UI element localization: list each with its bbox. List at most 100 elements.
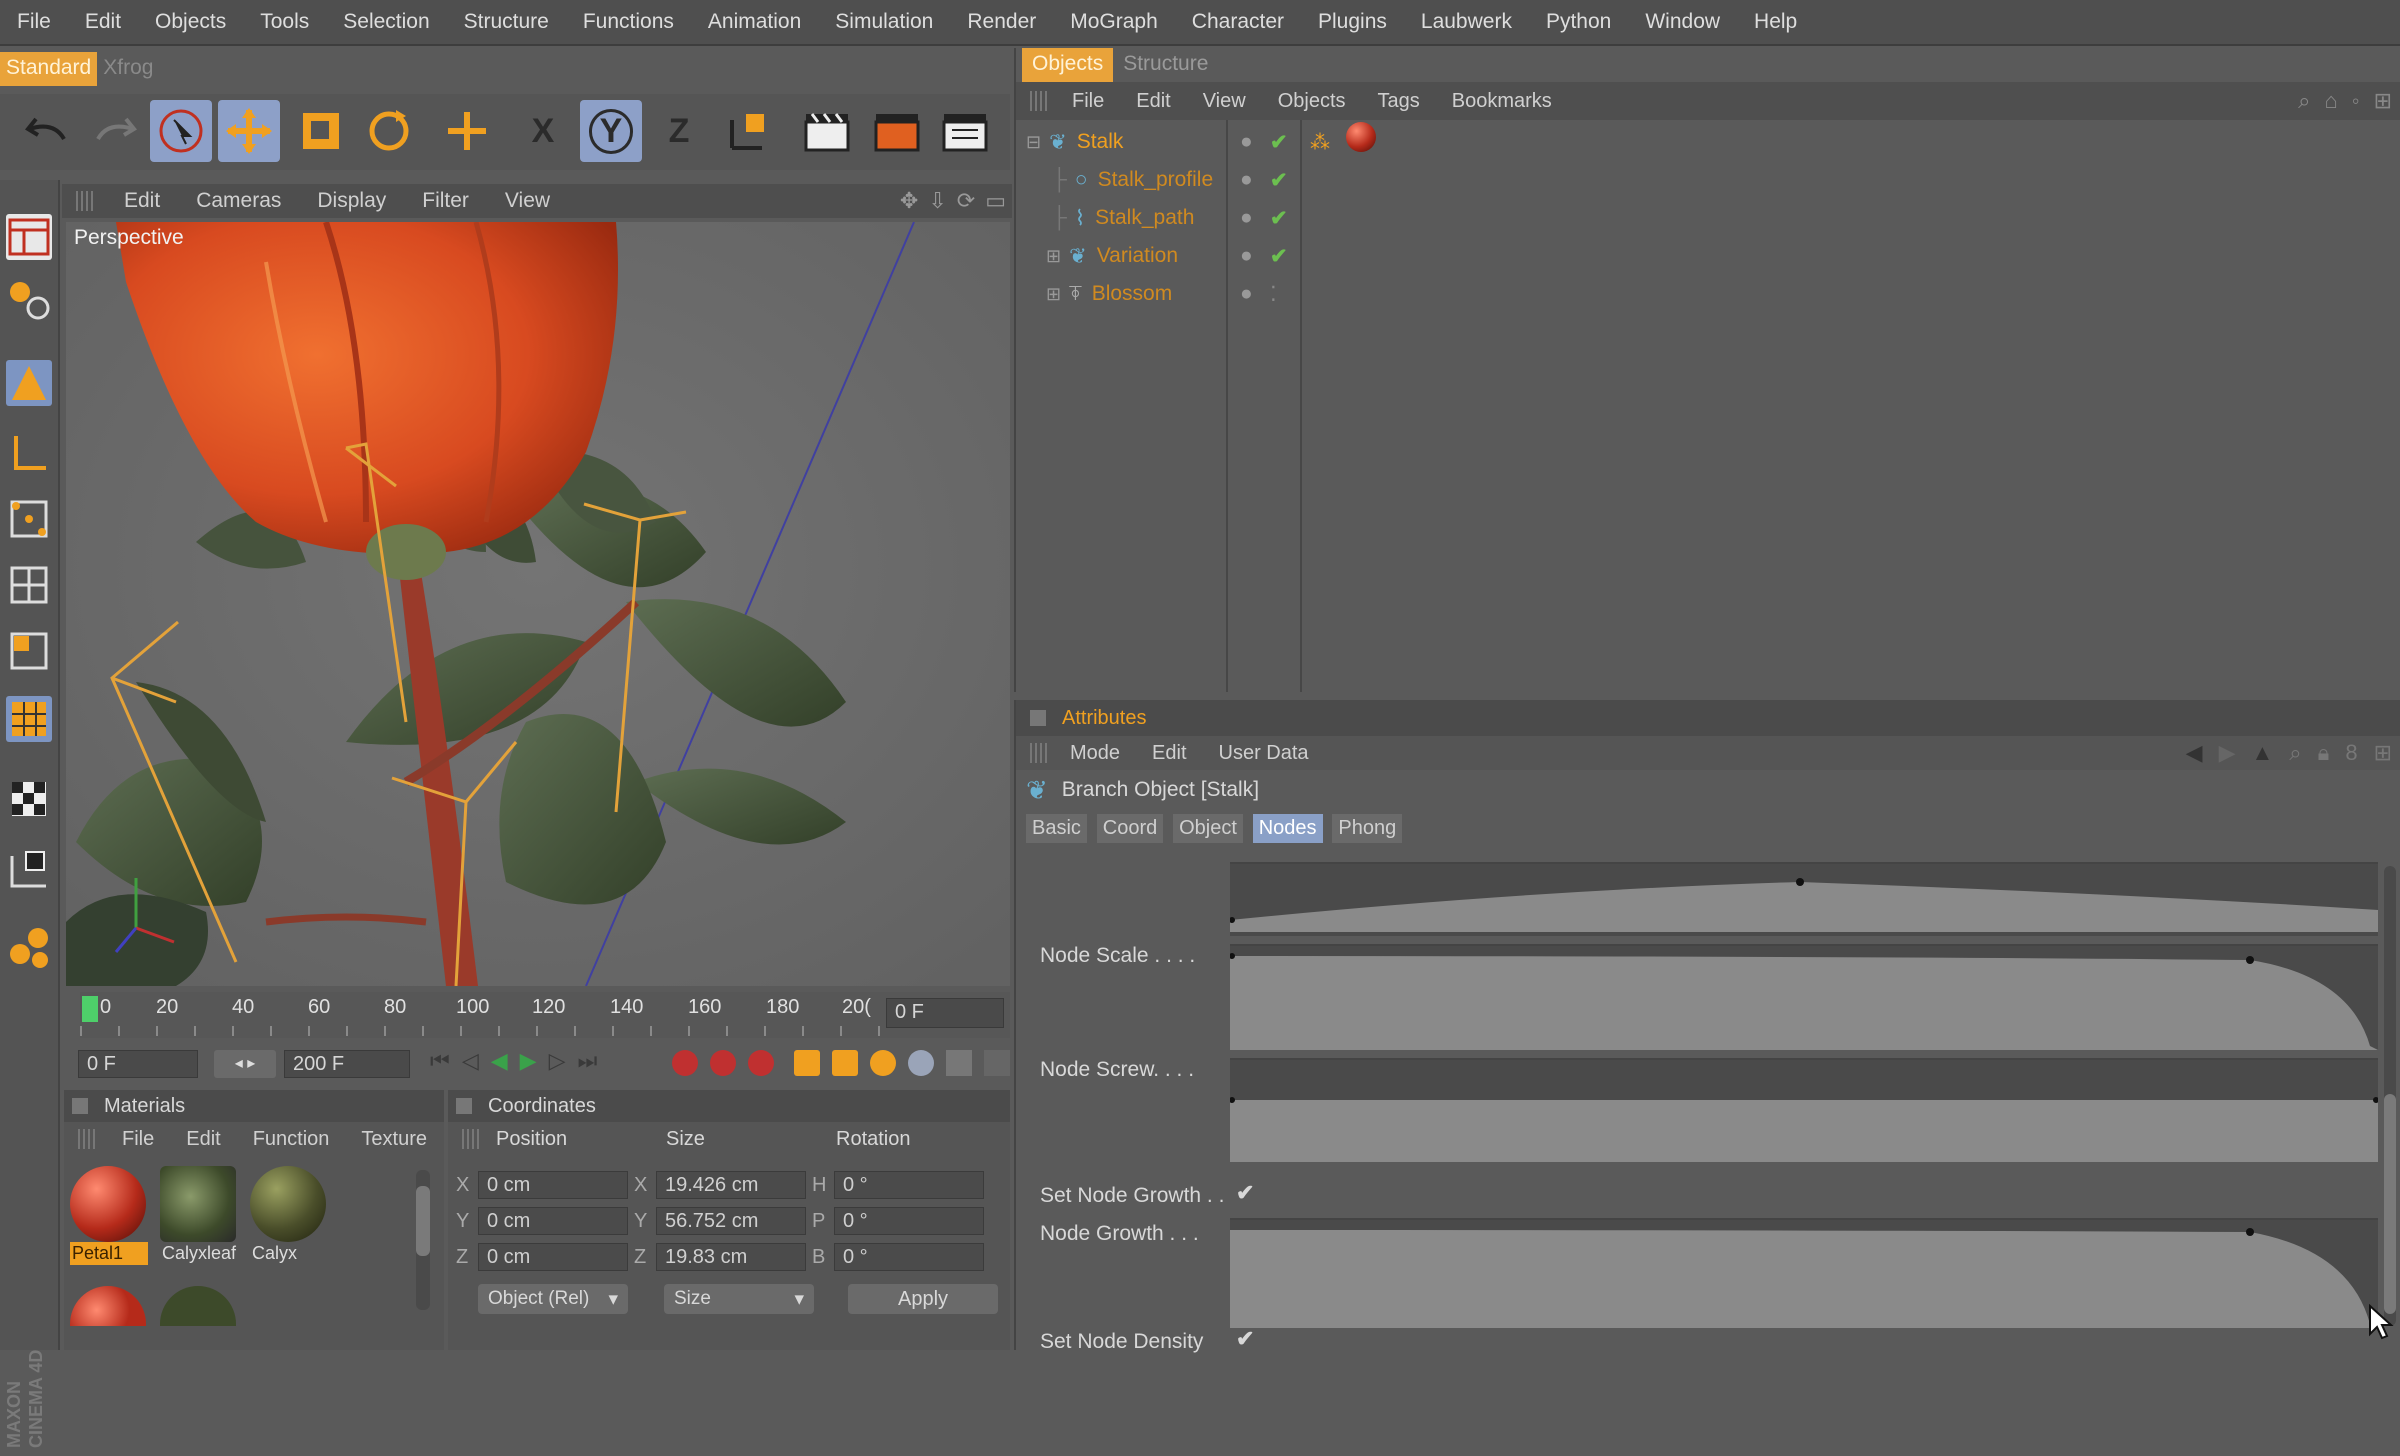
layout-toggle-button[interactable] bbox=[6, 214, 52, 260]
previous-frame-icon[interactable]: ◀ bbox=[491, 1048, 508, 1074]
scheme-icon[interactable] bbox=[984, 1050, 1010, 1076]
model-mode-button[interactable] bbox=[6, 278, 52, 324]
materials-menu-file[interactable]: File bbox=[106, 1128, 170, 1151]
attributes-menu-user-data[interactable]: User Data bbox=[1203, 742, 1325, 765]
position-y-field[interactable]: 0 cm bbox=[478, 1207, 628, 1235]
viewport-menu-filter[interactable]: Filter bbox=[404, 189, 487, 213]
viewport-menu-view[interactable]: View bbox=[487, 189, 568, 213]
texture-mode-button[interactable] bbox=[6, 776, 52, 822]
visibility-dot-icon[interactable]: ● bbox=[1240, 244, 1253, 268]
menu-edit[interactable]: Edit bbox=[68, 10, 138, 34]
layout-tab-standard[interactable]: Standard bbox=[0, 52, 98, 86]
rotation-p-field[interactable]: 0 ° bbox=[834, 1207, 984, 1235]
live-selection-button[interactable] bbox=[150, 100, 212, 162]
key-pla-icon[interactable] bbox=[946, 1050, 972, 1076]
timeline-ruler[interactable]: 0 20 40 60 80 100 120 140 160 180 20( 0 … bbox=[80, 992, 1010, 1038]
viewport-dolly-icon[interactable]: ⇩ bbox=[928, 188, 946, 214]
undo-button[interactable] bbox=[16, 100, 78, 162]
object-mode-button[interactable] bbox=[6, 360, 52, 406]
objects-menu-file[interactable]: File bbox=[1056, 90, 1120, 113]
menu-render[interactable]: Render bbox=[950, 10, 1053, 34]
visibility-dot-icon[interactable]: ● bbox=[1240, 282, 1253, 306]
panel-toggle-icon[interactable] bbox=[1030, 710, 1046, 726]
new-window-icon[interactable]: ⊞ bbox=[2374, 740, 2392, 766]
attributes-menu-mode[interactable]: Mode bbox=[1054, 742, 1136, 765]
size-mode-dropdown[interactable]: Size ▾ bbox=[664, 1284, 814, 1314]
menu-animation[interactable]: Animation bbox=[691, 10, 818, 34]
enabled-check-icon[interactable]: ✔ bbox=[1270, 244, 1288, 269]
autokey-icon[interactable] bbox=[710, 1050, 736, 1076]
menu-plugins[interactable]: Plugins bbox=[1301, 10, 1404, 34]
rotate-tool-button[interactable] bbox=[358, 100, 420, 162]
redo-button[interactable] bbox=[84, 100, 146, 162]
workplane-button[interactable] bbox=[6, 846, 52, 892]
polygons-mode-button[interactable] bbox=[6, 628, 52, 674]
back-arrow-icon[interactable]: ◀ bbox=[2186, 740, 2203, 766]
new-window-icon[interactable]: ⊞ bbox=[2374, 88, 2392, 114]
collapse-icon[interactable]: ⊟ bbox=[1026, 132, 1041, 153]
key-scale-icon[interactable] bbox=[832, 1050, 858, 1076]
uv-mode-button[interactable] bbox=[6, 696, 52, 742]
menu-help[interactable]: Help bbox=[1737, 10, 1814, 34]
visibility-dot-icon[interactable]: ● bbox=[1240, 130, 1253, 154]
scale-tool-button[interactable] bbox=[290, 100, 352, 162]
materials-scrollbar[interactable] bbox=[416, 1170, 430, 1310]
forward-arrow-icon[interactable]: ▶ bbox=[2219, 740, 2236, 766]
rotation-b-field[interactable]: 0 ° bbox=[834, 1243, 984, 1271]
set-node-growth-checkbox[interactable]: ✔ bbox=[1236, 1180, 1254, 1206]
object-row-blossom[interactable]: ⊞ ⍕ Blossom ● ⁚ bbox=[1016, 276, 1277, 312]
y-axis-lock-button[interactable]: Y bbox=[580, 100, 642, 162]
lock-icon[interactable]: 🔒︎ bbox=[2318, 740, 2330, 766]
node-screw-curve[interactable] bbox=[1229, 1058, 2379, 1162]
object-row-stalk[interactable]: ⊟ ❦ Stalk ● ✔ ⁂ bbox=[1016, 122, 1376, 160]
render-view-button[interactable] bbox=[796, 100, 858, 162]
objects-menu-bookmarks[interactable]: Bookmarks bbox=[1436, 90, 1568, 113]
end-frame-field[interactable]: 200 F bbox=[284, 1050, 410, 1078]
tab-coord[interactable]: Coord bbox=[1096, 814, 1164, 843]
tab-structure[interactable]: Structure bbox=[1113, 48, 1218, 82]
material-swatch-partial[interactable] bbox=[70, 1286, 146, 1326]
tab-objects[interactable]: Objects bbox=[1022, 48, 1114, 82]
scrollbar-thumb[interactable] bbox=[2384, 1094, 2396, 1314]
size-z-field[interactable]: 19.83 cm bbox=[656, 1243, 806, 1271]
material-tag-icon[interactable] bbox=[1346, 122, 1376, 152]
key-parameter-icon[interactable] bbox=[908, 1050, 934, 1076]
menu-window[interactable]: Window bbox=[1628, 10, 1737, 34]
panel-toggle-icon[interactable] bbox=[72, 1098, 88, 1114]
set-node-density-checkbox[interactable]: ✔ bbox=[1236, 1326, 1254, 1352]
attributes-scrollbar[interactable] bbox=[2384, 866, 2396, 1326]
coordinate-mode-dropdown[interactable]: Object (Rel) ▾ bbox=[478, 1284, 628, 1314]
tab-basic[interactable]: Basic bbox=[1026, 814, 1087, 843]
menu-file[interactable]: File bbox=[0, 10, 68, 34]
material-swatch-calyx[interactable]: Calyx bbox=[250, 1166, 328, 1266]
points-mode-button[interactable] bbox=[6, 496, 52, 542]
menu-tools[interactable]: Tools bbox=[243, 10, 326, 34]
expand-icon[interactable]: ⊞ bbox=[1046, 284, 1061, 305]
viewport-menu-cameras[interactable]: Cameras bbox=[178, 189, 299, 213]
apply-button[interactable]: Apply bbox=[848, 1284, 998, 1314]
layout-tab-xfrog[interactable]: Xfrog bbox=[97, 52, 159, 86]
object-row-stalk-path[interactable]: ├ ⌇ Stalk_path ● ✔ bbox=[1016, 200, 1288, 236]
range-slider[interactable]: ◂ ▸ bbox=[214, 1050, 276, 1078]
objects-menu-view[interactable]: View bbox=[1187, 90, 1262, 113]
pin-icon[interactable]: 8 bbox=[2345, 740, 2357, 766]
key-rotation-icon[interactable] bbox=[870, 1050, 896, 1076]
render-settings-button[interactable] bbox=[934, 100, 996, 162]
layer-dots-icon[interactable]: ⁚ bbox=[1270, 282, 1277, 307]
go-to-start-icon[interactable]: ⏮ bbox=[430, 1048, 450, 1074]
x-axis-lock-button[interactable]: X bbox=[512, 100, 574, 162]
curve-graph-top[interactable] bbox=[1229, 862, 2378, 936]
menu-simulation[interactable]: Simulation bbox=[818, 10, 950, 34]
object-row-variation[interactable]: ⊞ ❦ Variation ● ✔ bbox=[1016, 238, 1288, 274]
tweak-mode-button[interactable] bbox=[6, 924, 52, 970]
menu-mograph[interactable]: MoGraph bbox=[1053, 10, 1175, 34]
tab-phong[interactable]: Phong bbox=[1332, 814, 1403, 843]
coordinate-system-button[interactable] bbox=[716, 100, 778, 162]
perspective-viewport[interactable]: Perspective bbox=[66, 222, 1010, 986]
node-scale-curve[interactable] bbox=[1229, 944, 2378, 1050]
z-axis-lock-button[interactable]: Z bbox=[648, 100, 710, 162]
timeline-playhead[interactable] bbox=[82, 996, 98, 1022]
menu-functions[interactable]: Functions bbox=[566, 10, 691, 34]
size-x-field[interactable]: 19.426 cm bbox=[656, 1171, 806, 1199]
next-frame-icon[interactable]: ▷ bbox=[549, 1048, 566, 1074]
